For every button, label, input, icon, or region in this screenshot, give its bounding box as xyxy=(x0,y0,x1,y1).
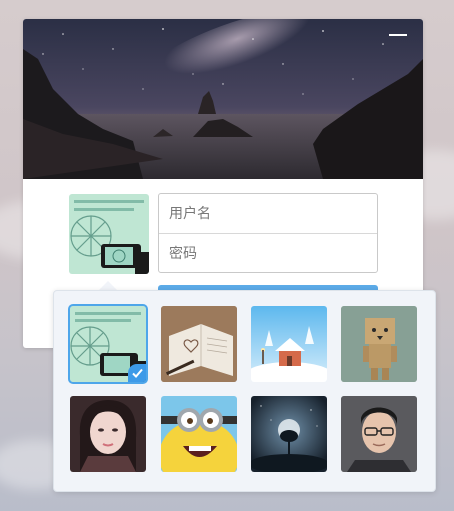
avatar-option-7[interactable] xyxy=(251,396,327,472)
boy-portrait-photo-icon xyxy=(341,396,417,472)
girl-portrait-photo-icon xyxy=(70,396,146,472)
avatar-option-8[interactable] xyxy=(341,396,417,472)
username-input[interactable] xyxy=(159,194,377,233)
avatar-option-3[interactable] xyxy=(251,306,327,382)
snowy-house-photo-icon xyxy=(251,306,327,382)
current-avatar[interactable] xyxy=(69,194,149,274)
night-sky-banner xyxy=(23,19,423,179)
cardboard-robot-photo-icon xyxy=(341,306,417,382)
avatar-picker xyxy=(53,290,436,492)
picker-arrow xyxy=(99,281,117,290)
password-input[interactable] xyxy=(159,234,377,273)
avatar-option-4[interactable] xyxy=(341,306,417,382)
avatar-option-1[interactable] xyxy=(68,304,148,384)
minimize-icon xyxy=(389,34,407,36)
selected-check-icon xyxy=(128,364,146,382)
avatar-option-2[interactable] xyxy=(161,306,237,382)
avatar-option-6[interactable] xyxy=(161,396,237,472)
credentials-box xyxy=(158,193,378,273)
minimize-button[interactable] xyxy=(389,31,407,45)
notebook-heart-photo-icon xyxy=(161,306,237,382)
ferris-wheel-photo-icon xyxy=(69,194,149,274)
night-tree-photo-icon xyxy=(251,396,327,472)
login-page xyxy=(0,0,454,511)
minion-photo-icon xyxy=(161,396,237,472)
avatar-option-5[interactable] xyxy=(70,396,146,472)
